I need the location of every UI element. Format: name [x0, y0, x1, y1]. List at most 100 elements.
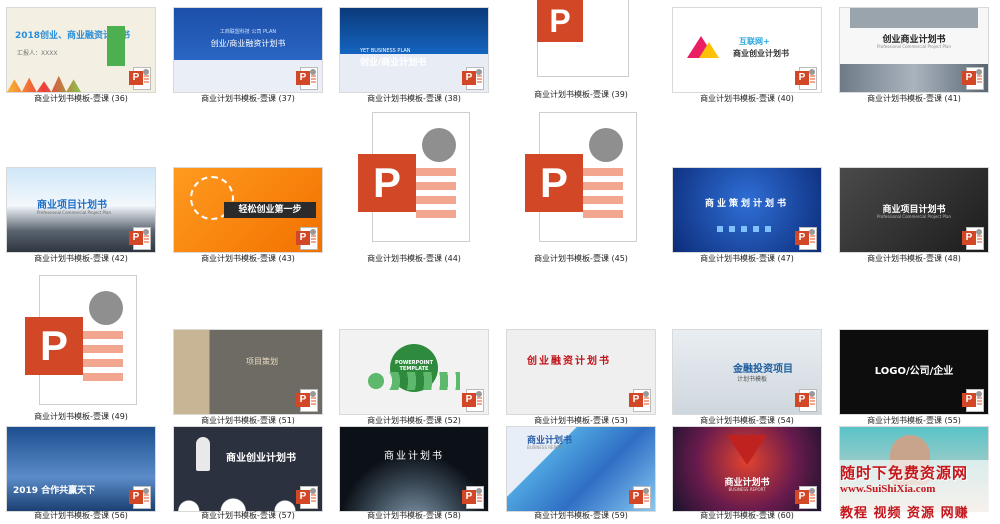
file-item-52[interactable]: POWERPOINT TEMPLATE P 商业计划书模板-壹课 (52)	[340, 330, 488, 425]
file-name: 商业计划书模板-壹课 (53)	[534, 416, 628, 425]
file-grid: 2018创业、商业融资计划书 汇报人：XXXX P 商业计划书模板-壹课 (36…	[0, 0, 1000, 524]
file-item-54[interactable]: 金融投资项目 计划书模板 P 商业计划书模板-壹课 (54)	[673, 330, 821, 425]
ppt-file-icon: P	[962, 227, 984, 250]
file-name: 商业计划书模板-壹课 (57)	[201, 511, 295, 520]
slide-subtitle: 计划书模板	[737, 376, 768, 383]
ppt-file-icon: P	[129, 486, 151, 509]
ppt-file-icon: P	[129, 227, 151, 250]
slide-title: 轻松创业第一步	[224, 202, 316, 218]
slide-title: 项目策划	[246, 357, 278, 366]
file-item-60[interactable]: 商业计划书 BUSINESS REPORT P 商业计划书模板-壹课 (60)	[673, 427, 821, 520]
file-name: 商业计划书模板-壹课 (38)	[367, 94, 461, 103]
thumbnail: LOGO/公司/企业 P	[840, 330, 988, 414]
file-item-36[interactable]: 2018创业、商业融资计划书 汇报人：XXXX P 商业计划书模板-壹课 (36…	[7, 8, 155, 103]
file-name: 商业计划书模板-壹课 (37)	[201, 94, 295, 103]
file-item-40[interactable]: 互联网+ 商业创业计划书 P 商业计划书模板-壹课 (40)	[673, 8, 821, 103]
door-illustration	[107, 26, 125, 66]
file-name: 商业计划书模板-壹课 (51)	[201, 416, 295, 425]
file-name: 商业计划书模板-壹课 (41)	[867, 94, 961, 103]
triangle-graphic	[727, 435, 767, 465]
slide-subtitle: 互联网+	[739, 37, 770, 46]
file-item-38[interactable]: YET BUSINESS PLAN 创业/商业计划书 P 商业计划书模板-壹课 …	[340, 8, 488, 103]
file-item-37[interactable]: 创业/商业融资计划书 工商联盟科技 公司 PLAN P 商业计划书模板-壹课 (…	[174, 8, 322, 103]
thumbnail: YET BUSINESS PLAN 创业/商业计划书 P	[340, 8, 488, 92]
thumbnail: 2019 合作共赢天下 P	[7, 427, 155, 511]
file-item-55[interactable]: LOGO/公司/企业 P 商业计划书模板-壹课 (55)	[840, 330, 988, 425]
ppt-file-icon: P	[462, 67, 484, 90]
thumbnail: 互联网+ 商业创业计划书 P	[673, 8, 821, 92]
slide-title: 商业策划计划书	[704, 199, 789, 209]
file-item-42[interactable]: 商业项目计划书 Professional Commercial Project …	[7, 168, 155, 263]
file-name: 商业计划书模板-壹课 (54)	[700, 416, 794, 425]
file-item-43[interactable]: 轻松创业第一步 P 商业计划书模板-壹课 (43)	[174, 168, 322, 263]
thumbnail: 商业计划书 BUSINESS REPORT P	[507, 427, 655, 511]
generic-ppt-file-icon: P	[537, 0, 629, 78]
file-name: 商业计划书模板-壹课 (60)	[700, 511, 794, 520]
file-item-57[interactable]: 商业创业计划书 P 商业计划书模板-壹课 (57)	[174, 427, 322, 520]
file-name: 商业计划书模板-壹课 (42)	[34, 254, 128, 263]
ppt-file-icon: P	[629, 486, 651, 509]
rocket-icon	[196, 437, 210, 471]
file-item-41[interactable]: 创业商业计划书 Professional Commercial Project …	[840, 8, 988, 103]
watermark-line-3: 教程 视频 资源 网赚	[840, 506, 969, 521]
ppt-file-icon: P	[296, 389, 318, 412]
thumbnail: 创业融资计划书 P	[507, 330, 655, 414]
site-watermark: 随时下免费资源网 www.SuiShiXia.com 教程 视频 资源 网赚	[834, 460, 1000, 524]
file-item-58[interactable]: 商业计划书 P 商业计划书模板-壹课 (58)	[340, 427, 488, 520]
ppt-file-icon: P	[296, 67, 318, 90]
file-name: 商业计划书模板-壹课 (45)	[534, 254, 628, 263]
ppt-file-icon: P	[296, 486, 318, 509]
slide-title: 商业创业计划书	[733, 49, 789, 58]
ppt-file-icon: P	[795, 486, 817, 509]
ppt-file-icon: P	[129, 67, 151, 90]
file-item-51[interactable]: 项目策划 P 商业计划书模板-壹课 (51)	[174, 330, 322, 425]
file-item-56[interactable]: 2019 合作共赢天下 P 商业计划书模板-壹课 (56)	[7, 427, 155, 520]
thumbnail: 商业项目计划书 Professional Commercial Project …	[7, 168, 155, 252]
file-item-59[interactable]: 商业计划书 BUSINESS REPORT P 商业计划书模板-壹课 (59)	[507, 427, 655, 520]
generic-ppt-file-icon: P	[25, 275, 137, 405]
thumbnail: 商业项目计划书 Professional Commercial Project …	[840, 168, 988, 252]
ppt-file-icon: P	[962, 67, 984, 90]
slide-subtitle: Professional Commercial Project Plan	[877, 44, 951, 49]
ppt-file-icon: P	[629, 389, 651, 412]
file-item-53[interactable]: 创业融资计划书 P 商业计划书模板-壹课 (53)	[507, 330, 655, 425]
file-name: 商业计划书模板-壹课 (56)	[34, 511, 128, 520]
thumbnail: 创业/商业融资计划书 工商联盟科技 公司 PLAN P	[174, 8, 322, 92]
thumbnail: 创业商业计划书 Professional Commercial Project …	[840, 8, 988, 92]
slide-title: 商业项目计划书	[37, 200, 107, 211]
thumbnail: 轻松创业第一步 P	[174, 168, 322, 252]
slide-title: POWERPOINT TEMPLATE	[394, 360, 434, 372]
generic-ppt-file-icon: P	[358, 112, 470, 242]
ppt-file-icon: P	[795, 227, 817, 250]
thumbnail: POWERPOINT TEMPLATE P	[340, 330, 488, 414]
thumbnail: 商业创业计划书 P	[174, 427, 322, 511]
slide-subtitle: Professional Commercial Project Plan	[37, 210, 111, 215]
ppt-file-icon: P	[795, 389, 817, 412]
file-name: 商业计划书模板-壹课 (44)	[367, 254, 461, 263]
thumbnail: 商业计划书 BUSINESS REPORT P	[673, 427, 821, 511]
file-name: 商业计划书模板-壹课 (43)	[201, 254, 295, 263]
file-name: 商业计划书模板-壹课 (36)	[34, 94, 128, 103]
watermark-line-2: www.SuiShiXia.com	[840, 483, 936, 495]
header-photo	[850, 8, 978, 28]
thumbnail: 金融投资项目 计划书模板 P	[673, 330, 821, 414]
slide-title: 商业创业计划书	[226, 453, 296, 464]
file-name: 商业计划书模板-壹课 (39)	[534, 90, 628, 99]
slide-subtitle: BUSINESS REPORT	[527, 445, 565, 450]
watermark-line-1: 随时下免费资源网	[840, 464, 969, 482]
slide-title: 创业/商业计划书	[360, 58, 427, 68]
slide-title: LOGO/公司/企业	[874, 366, 954, 377]
thumbnail: 商业计划书 P	[340, 427, 488, 511]
icon-row	[717, 226, 777, 232]
file-name: 商业计划书模板-壹课 (49)	[34, 412, 128, 421]
slide-title: 商业计划书	[384, 451, 444, 462]
slide-subtitle: 汇报人：XXXX	[17, 50, 58, 57]
file-item-47[interactable]: 商业策划计划书 P 商业计划书模板-壹课 (47)	[673, 168, 821, 263]
file-name: 商业计划书模板-壹课 (55)	[867, 416, 961, 425]
slide-title: 金融投资项目	[733, 364, 793, 375]
file-name: 商业计划书模板-壹课 (47)	[700, 254, 794, 263]
thumbnail: 2018创业、商业融资计划书 汇报人：XXXX P	[7, 8, 155, 92]
file-name: 商业计划书模板-壹课 (48)	[867, 254, 961, 263]
triangle-logo-2	[699, 42, 719, 58]
file-item-48[interactable]: 商业项目计划书 Professional Commercial Project …	[840, 168, 988, 263]
